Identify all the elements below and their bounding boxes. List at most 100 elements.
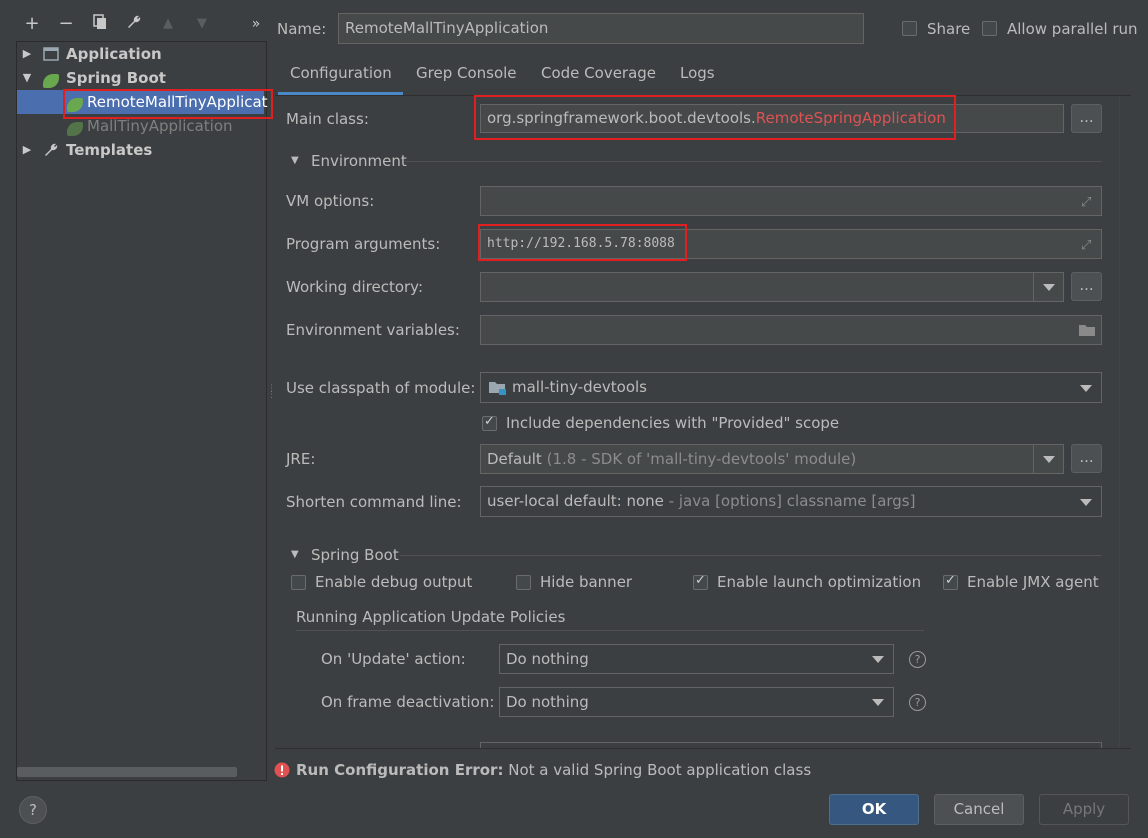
include-dependencies-checkbox[interactable] [482, 414, 497, 431]
chevron-down-icon[interactable] [1033, 273, 1063, 301]
expand-icon[interactable]: ⤢ [1081, 196, 1095, 210]
jre-browse-button[interactable]: ... [1071, 444, 1102, 473]
jre-value: Default (1.8 - SDK of 'mall-tiny-devtool… [487, 450, 857, 468]
parallel-run-checkbox[interactable] [982, 21, 997, 36]
chevron-down-icon[interactable] [863, 645, 893, 673]
collapse-arrow-icon[interactable]: ▼ [21, 66, 33, 90]
share-label: Share [927, 20, 971, 38]
on-frame-deactivation-value: Do nothing [506, 693, 589, 711]
help-icon[interactable]: ? [909, 651, 926, 668]
apply-button[interactable]: Apply [1039, 794, 1129, 825]
tree-item-mall-tiny[interactable]: MallTinyApplication [17, 114, 264, 138]
launch-optimization-checkbox[interactable] [693, 573, 708, 590]
program-arguments-label: Program arguments: [286, 235, 441, 253]
move-down-button[interactable]: ▼ [192, 14, 212, 34]
move-up-button[interactable]: ▲ [158, 14, 178, 34]
tree-item-application[interactable]: ▶ Application [17, 42, 264, 66]
chevron-down-icon[interactable] [1033, 445, 1063, 473]
configuration-tree[interactable]: ▶ Application ▼ Spring Boot RemoteMallTi… [16, 41, 273, 781]
copy-button[interactable] [90, 14, 110, 34]
tree-item-spring-boot[interactable]: ▼ Spring Boot [17, 66, 264, 90]
tab-logs[interactable]: Logs [680, 64, 715, 82]
environment-variables-input[interactable] [480, 315, 1102, 345]
on-update-select[interactable]: Do nothing [499, 644, 894, 674]
shorten-command-line-label: Shorten command line: [286, 493, 462, 511]
hide-banner-checkbox[interactable] [516, 575, 531, 590]
tab-code-coverage[interactable]: Code Coverage [541, 64, 656, 82]
tab-configuration[interactable]: Configuration [290, 64, 392, 82]
more-button[interactable]: » [246, 14, 266, 34]
divider [296, 630, 924, 631]
on-update-label: On 'Update' action: [321, 650, 466, 668]
vertical-scrollbar[interactable] [1119, 96, 1131, 746]
jre-select[interactable]: Default (1.8 - SDK of 'mall-tiny-devtool… [480, 444, 1064, 474]
tree-item-label: Application [66, 45, 162, 63]
tab-grep-console[interactable]: Grep Console [416, 64, 517, 82]
chevron-down-icon[interactable] [1071, 373, 1101, 402]
jmx-agent-label: Enable JMX agent [967, 573, 1099, 591]
parallel-run-label: Allow parallel run [1007, 20, 1138, 38]
tree-scrollbar[interactable] [17, 767, 237, 777]
folder-icon[interactable] [1078, 323, 1096, 337]
tree-item-templates[interactable]: ▶ Templates [17, 138, 264, 162]
share-checkbox[interactable] [902, 21, 917, 36]
highlight-box [478, 224, 687, 261]
highlight-box [474, 95, 956, 140]
on-frame-deactivation-label: On frame deactivation: [321, 693, 495, 711]
environment-section-title: Environment [311, 152, 407, 170]
ok-button[interactable]: OK [829, 794, 919, 825]
working-directory-label: Working directory: [286, 278, 424, 296]
shorten-command-line-select[interactable]: user-local default: none - java [options… [480, 486, 1102, 517]
tab-label: Code Coverage [541, 64, 657, 82]
collapse-arrow-icon[interactable]: ▼ [291, 155, 299, 166]
wrench-icon [128, 15, 141, 28]
help-icon[interactable]: ? [909, 694, 926, 711]
name-input[interactable]: RemoteMallTinyApplication [338, 13, 864, 44]
chevron-down-icon[interactable] [863, 688, 893, 716]
working-directory-browse-button[interactable]: ... [1071, 272, 1102, 301]
on-frame-deactivation-select[interactable]: Do nothing [499, 687, 894, 717]
launch-optimization-label: Enable launch optimization [717, 573, 922, 591]
environment-variables-label: Environment variables: [286, 321, 460, 339]
expand-arrow-icon[interactable]: ▶ [21, 138, 33, 162]
jre-label: JRE: [286, 450, 316, 468]
hide-banner-label: Hide banner [540, 573, 633, 591]
tree-item-label: MallTinyApplication [87, 117, 233, 135]
edit-templates-button[interactable] [124, 14, 144, 34]
main-class-label: Main class: [286, 110, 369, 128]
debug-output-label: Enable debug output [315, 573, 473, 591]
divider [405, 161, 1102, 162]
classpath-module-value: mall-tiny-devtools [512, 378, 647, 396]
update-policies-title: Running Application Update Policies [296, 608, 566, 626]
add-button[interactable]: + [22, 14, 42, 34]
main-class-browse-button[interactable]: ... [1071, 104, 1102, 133]
expand-icon[interactable]: ⤢ [1081, 239, 1095, 253]
vm-options-label: VM options: [286, 192, 375, 210]
expand-arrow-icon[interactable]: ▶ [21, 42, 33, 66]
divider [400, 555, 1102, 556]
splitter-handle[interactable]: ⋮ ⋮ [267, 385, 276, 404]
classpath-module-select[interactable]: mall-tiny-devtools [480, 372, 1102, 403]
debug-output-checkbox[interactable] [291, 575, 306, 590]
classpath-module-label: Use classpath of module: [286, 379, 476, 397]
help-button[interactable]: ? [19, 796, 47, 824]
cancel-button[interactable]: Cancel [934, 794, 1024, 825]
error-icon [274, 762, 290, 778]
working-directory-input[interactable] [480, 272, 1064, 302]
include-dependencies-label: Include dependencies with "Provided" sco… [506, 414, 840, 432]
tab-label: Grep Console [416, 64, 517, 82]
module-folder-icon [489, 382, 506, 395]
remove-button[interactable]: − [56, 14, 76, 34]
jmx-agent-checkbox[interactable] [943, 573, 958, 590]
tree-item-label: Spring Boot [66, 69, 166, 87]
error-message: Run Configuration Error: Not a valid Spr… [296, 761, 812, 779]
name-label: Name: [277, 20, 327, 38]
tab-label: Configuration [290, 64, 392, 82]
on-update-value: Do nothing [506, 650, 589, 668]
shorten-command-line-value: user-local default: none - java [options… [487, 492, 916, 510]
collapse-arrow-icon[interactable]: ▼ [291, 549, 299, 560]
vm-options-input[interactable]: ⤢ [480, 186, 1102, 216]
tree-item-label: Templates [66, 141, 153, 159]
chevron-down-icon[interactable] [1071, 487, 1101, 516]
content-bottom-border [275, 748, 1131, 749]
